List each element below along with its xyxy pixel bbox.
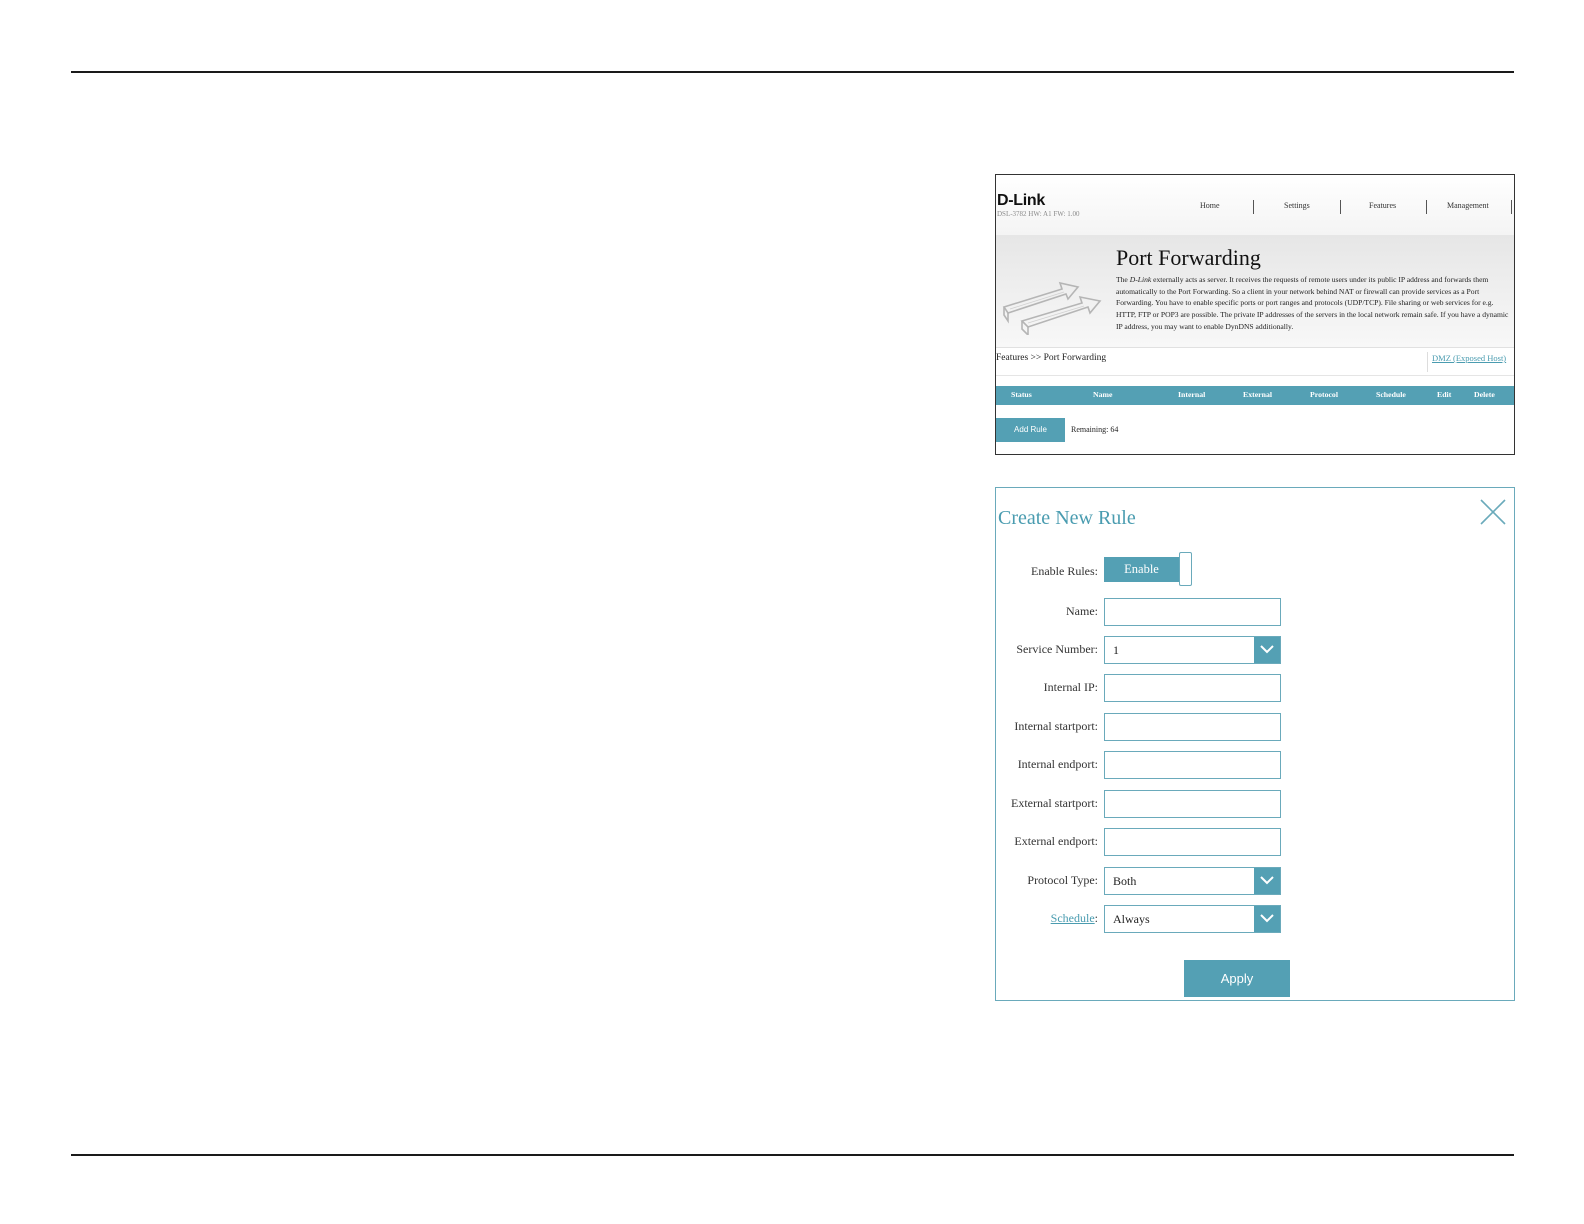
port-forwarding-screenshot: D-Link DSL-3782 HW: A1 FW: 1.00 Home Set… — [995, 174, 1515, 455]
enable-rules-toggle[interactable]: Enable — [1104, 552, 1193, 587]
nav-separator — [1340, 200, 1341, 214]
schedule-value: Always — [1113, 912, 1150, 926]
chevron-down-icon — [1260, 914, 1274, 923]
nav-home[interactable]: Home — [1200, 201, 1220, 210]
row-protocol-type: Protocol Type: Both — [996, 867, 1514, 895]
page-description: The D-Link externally acts as server. It… — [1116, 274, 1512, 333]
service-number-label: Service Number: — [1016, 642, 1098, 656]
create-new-rule-dialog: Create New Rule Enable Rules: Enable Nam… — [995, 487, 1515, 1001]
nav-features[interactable]: Features — [1369, 201, 1396, 210]
nav-settings[interactable]: Settings — [1284, 201, 1310, 210]
schedule-label: Schedule: — [1050, 911, 1098, 925]
protocol-type-select[interactable]: Both — [1104, 867, 1281, 895]
description-text: The — [1116, 275, 1130, 284]
column-internal: Internal — [1178, 390, 1206, 399]
dropdown-arrow[interactable] — [1254, 637, 1280, 663]
internal-startport-input[interactable] — [1104, 713, 1281, 741]
divider — [996, 375, 1514, 376]
toggle-state: Enable — [1104, 557, 1179, 582]
row-name: Name: — [996, 598, 1514, 626]
external-endport-input[interactable] — [1104, 828, 1281, 856]
protocol-type-value: Both — [1113, 874, 1137, 888]
dropdown-arrow[interactable] — [1254, 868, 1280, 894]
column-schedule: Schedule — [1376, 390, 1406, 399]
internal-ip-label: Internal IP: — [1043, 680, 1098, 694]
chevron-down-icon — [1260, 645, 1274, 654]
breadcrumb: Features >> Port Forwarding — [996, 353, 1107, 363]
row-external-endport: External endport: — [996, 828, 1514, 856]
service-number-select[interactable]: 1 — [1104, 636, 1281, 664]
description-brand: D-Link — [1129, 275, 1152, 284]
router-header: D-Link DSL-3782 HW: A1 FW: 1.00 Home Set… — [996, 175, 1514, 236]
external-startport-input[interactable] — [1104, 790, 1281, 818]
apply-button[interactable]: Apply — [1184, 960, 1290, 997]
row-internal-startport: Internal startport: — [996, 713, 1514, 741]
column-name: Name — [1093, 390, 1113, 399]
column-status: Status — [1011, 390, 1032, 399]
description-text: externally acts as server. It receives t… — [1116, 275, 1509, 331]
internal-endport-label: Internal endport: — [1017, 757, 1098, 771]
row-enable-rules: Enable Rules: Enable — [996, 552, 1514, 586]
column-delete: Delete — [1474, 390, 1495, 399]
external-startport-label: External startport: — [1011, 796, 1098, 810]
enable-rules-label: Enable Rules: — [1031, 564, 1098, 578]
row-schedule: Schedule: Always — [996, 905, 1514, 933]
toggle-knob[interactable] — [1179, 552, 1192, 586]
internal-ip-input[interactable] — [1104, 674, 1281, 702]
schedule-select[interactable]: Always — [1104, 905, 1281, 933]
service-number-value: 1 — [1113, 643, 1119, 657]
dmz-link[interactable]: DMZ (Exposed Host) — [1427, 352, 1506, 372]
column-edit: Edit — [1437, 390, 1452, 399]
internal-endport-input[interactable] — [1104, 751, 1281, 779]
close-icon[interactable] — [1479, 498, 1507, 526]
schedule-link[interactable]: Schedule — [1051, 911, 1095, 925]
row-external-startport: External startport: — [996, 790, 1514, 818]
dropdown-arrow[interactable] — [1254, 906, 1280, 932]
column-protocol: Protocol — [1310, 390, 1339, 399]
dialog-title: Create New Rule — [998, 507, 1136, 529]
rules-table-header: Status Name Internal External Protocol S… — [996, 386, 1514, 405]
external-endport-label: External endport: — [1014, 834, 1098, 848]
chevron-down-icon — [1260, 876, 1274, 885]
protocol-type-label: Protocol Type: — [1027, 873, 1098, 887]
port-forwarding-arrows-icon — [1002, 281, 1102, 335]
page-bottom-rule — [71, 1154, 1514, 1156]
add-rule-button[interactable]: Add Rule — [996, 418, 1065, 442]
page-banner: Port Forwarding The D-Link externally ac… — [996, 235, 1514, 348]
row-service-number: Service Number: 1 — [996, 636, 1514, 664]
row-internal-endport: Internal endport: — [996, 751, 1514, 779]
name-input[interactable] — [1104, 598, 1281, 626]
nav-management[interactable]: Management — [1447, 201, 1489, 210]
nav-separator — [1426, 200, 1427, 214]
nav-separator — [1511, 200, 1512, 214]
main-nav: Home Settings Features Management — [996, 200, 1514, 216]
page-title: Port Forwarding — [1116, 245, 1261, 270]
page-top-rule — [71, 71, 1514, 73]
row-internal-ip: Internal IP: — [996, 674, 1514, 702]
internal-startport-label: Internal startport: — [1014, 719, 1098, 733]
remaining-count: Remaining: 64 — [1071, 425, 1119, 434]
column-external: External — [1243, 390, 1273, 399]
nav-separator — [1253, 200, 1254, 214]
name-label: Name: — [1066, 604, 1098, 618]
